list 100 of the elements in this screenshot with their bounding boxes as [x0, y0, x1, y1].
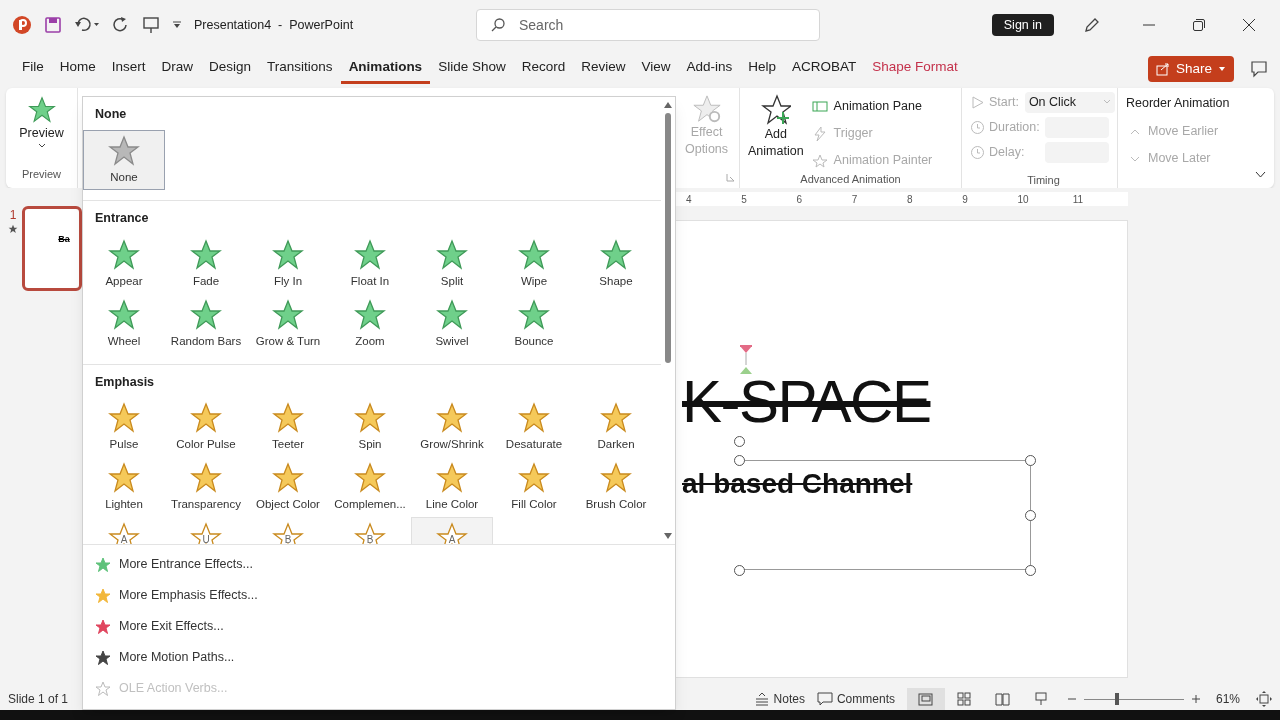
ruler-number: 8 — [907, 192, 914, 207]
dropdown-caret-icon[interactable] — [172, 20, 182, 30]
effect-option[interactable]: Brush Color — [575, 457, 657, 518]
effect-option[interactable]: Lighten — [83, 457, 165, 518]
effect-option[interactable]: Line Color — [411, 457, 493, 518]
effect-option[interactable]: Fade — [165, 233, 247, 294]
effect-option[interactable]: B — [329, 517, 411, 544]
effect-option[interactable]: Shape — [575, 233, 657, 294]
slideshow-icon[interactable] — [1033, 692, 1048, 706]
effect-option[interactable]: Transparency — [165, 457, 247, 518]
app-logo-icon — [12, 15, 32, 35]
notes-button[interactable]: Notes — [753, 690, 805, 708]
star-icon — [354, 298, 386, 331]
animation-star-icon — [8, 224, 18, 234]
save-icon[interactable] — [44, 16, 62, 34]
ribbon-tab[interactable]: View — [633, 54, 679, 84]
resize-handle[interactable] — [734, 455, 745, 466]
resize-handle[interactable] — [1025, 455, 1036, 466]
effect-option[interactable]: Fly In — [247, 233, 329, 294]
comments-button[interactable]: Comments — [816, 690, 895, 708]
ribbon-tab[interactable]: ACROBAT — [784, 54, 865, 84]
scroll-down-icon[interactable] — [663, 532, 673, 540]
menu-item[interactable]: More Emphasis Effects... — [83, 580, 675, 611]
ribbon-tab[interactable]: Record — [513, 54, 574, 84]
effect-option[interactable]: Zoom — [329, 293, 411, 354]
effect-option[interactable]: Fill Color — [493, 457, 575, 518]
star-icon — [600, 462, 632, 495]
add-animation-button[interactable]: Add Animation — [748, 94, 804, 171]
undo-icon[interactable] — [74, 16, 100, 34]
collapse-ribbon-icon[interactable] — [1255, 171, 1266, 178]
ribbon-command[interactable]: Animation Pane — [811, 96, 933, 117]
rotate-handle[interactable] — [734, 436, 745, 447]
effect-option[interactable]: Swivel — [411, 293, 493, 354]
scroll-up-icon[interactable] — [663, 101, 673, 109]
effect-option[interactable]: Desaturate — [493, 397, 575, 458]
menu-item[interactable]: More Entrance Effects... — [83, 549, 675, 580]
effect-option[interactable]: A — [83, 517, 165, 544]
effect-option[interactable]: Split — [411, 233, 493, 294]
effect-option[interactable]: Float In — [329, 233, 411, 294]
effect-option[interactable]: Complemen... — [329, 457, 411, 518]
grid-view-icon[interactable] — [956, 692, 971, 706]
effect-option[interactable]: Teeter — [247, 397, 329, 458]
effect-option[interactable]: Grow & Turn — [247, 293, 329, 354]
effect-option[interactable]: Grow/Shrink — [411, 397, 493, 458]
effect-option[interactable]: Pulse — [83, 397, 165, 458]
ribbon-tab[interactable]: Slide Show — [430, 54, 514, 84]
effect-option[interactable]: B — [247, 517, 329, 544]
effect-option[interactable]: A — [411, 517, 493, 544]
menu-item[interactable]: More Exit Effects... — [83, 611, 675, 642]
resize-handle[interactable] — [734, 565, 745, 576]
slide-counter: Slide 1 of 1 — [8, 691, 69, 708]
preview-button[interactable]: Preview — [19, 96, 64, 149]
zoom-percent[interactable]: 61% — [1215, 690, 1240, 708]
ribbon-tab[interactable]: Home — [51, 54, 104, 84]
close-icon[interactable] — [1242, 18, 1256, 32]
ribbon-tab[interactable]: Insert — [103, 54, 154, 84]
effect-option[interactable]: None — [83, 129, 165, 190]
star-icon — [108, 134, 140, 167]
normal-view-button[interactable] — [906, 688, 945, 710]
slider-thumb[interactable] — [1114, 693, 1119, 705]
zoom-in-icon[interactable] — [1191, 695, 1200, 703]
effect-option[interactable]: Spin — [329, 397, 411, 458]
presentation-icon[interactable] — [142, 16, 160, 34]
ribbon-tab[interactable]: Transitions — [259, 54, 341, 84]
comment-icon[interactable] — [1250, 60, 1268, 78]
sign-in-button[interactable]: Sign in — [991, 14, 1054, 36]
effect-option[interactable]: Wheel — [83, 293, 165, 354]
ribbon-tab[interactable]: Design — [201, 54, 260, 84]
slide-thumbnail[interactable]: Ba — [22, 206, 82, 291]
effect-option[interactable]: Appear — [83, 233, 165, 294]
effect-option[interactable]: Object Color — [247, 457, 329, 518]
scroll-thumb[interactable] — [665, 113, 671, 363]
ribbon-tab[interactable]: Help — [740, 54, 785, 84]
star-icon — [108, 238, 140, 271]
ribbon-tab[interactable]: File — [14, 54, 52, 84]
effect-option[interactable]: Darken — [575, 397, 657, 458]
resize-handle[interactable] — [1025, 565, 1036, 576]
effect-option[interactable]: Random Bars — [165, 293, 247, 354]
ribbon-tab[interactable]: Shape Format — [864, 54, 966, 84]
ribbon-tab[interactable]: Draw — [153, 54, 202, 84]
effect-option[interactable]: Color Pulse — [165, 397, 247, 458]
share-button[interactable]: Share — [1147, 56, 1234, 82]
effect-option[interactable]: U — [165, 517, 247, 544]
ruler-number: 11 — [1072, 192, 1085, 207]
resize-handle[interactable] — [1025, 510, 1036, 521]
ribbon-tab[interactable]: Add-ins — [678, 54, 741, 84]
effect-option[interactable]: Bounce — [493, 293, 575, 354]
redo-icon[interactable] — [112, 16, 130, 34]
fit-to-window-icon[interactable] — [1256, 691, 1272, 707]
reading-view-icon[interactable] — [994, 692, 1010, 706]
lightning-icon — [811, 126, 828, 141]
zoom-slider[interactable] — [1083, 692, 1184, 706]
ribbon-tab[interactable]: Animations — [340, 54, 431, 84]
search-field[interactable]: Search — [476, 9, 820, 41]
effect-option[interactable]: Wipe — [493, 233, 575, 294]
caret-icon — [37, 142, 46, 149]
field-label: Duration: — [989, 118, 1040, 136]
menu-item[interactable]: More Motion Paths... — [83, 642, 675, 673]
restore-icon[interactable] — [1192, 18, 1206, 32]
ribbon-tab[interactable]: Review — [573, 54, 634, 84]
